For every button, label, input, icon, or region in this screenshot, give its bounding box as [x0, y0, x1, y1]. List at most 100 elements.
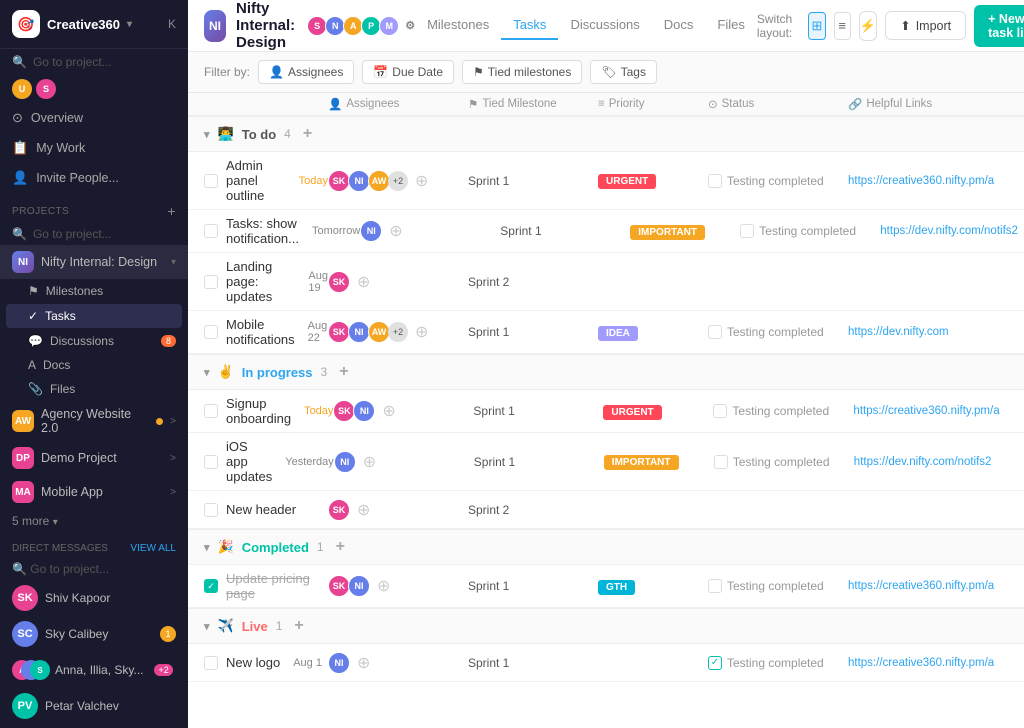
section-count-todo: 4	[284, 127, 291, 141]
project-search[interactable]: 🔍 Go to project...	[0, 223, 188, 245]
task-row[interactable]: iOS app updates Yesterday NI⊕ Sprint 1 I…	[188, 433, 1024, 491]
project-name-mobile: Mobile App	[41, 485, 163, 499]
add-assignee-btn[interactable]: ⊕	[415, 322, 428, 342]
task-checkbox[interactable]: ✓	[204, 579, 218, 593]
section-add-completed[interactable]: +	[336, 538, 345, 556]
filter-assignees-btn[interactable]: 👤 Assignees	[258, 60, 354, 84]
sidebar-sub-milestones[interactable]: ⚑ Milestones	[0, 279, 188, 303]
add-project-btn[interactable]: +	[167, 203, 176, 219]
sidebar-sub-docs[interactable]: A Docs	[0, 353, 188, 377]
dm-item-petar[interactable]: PV Petar Valchev	[0, 688, 188, 724]
task-checkbox[interactable]	[204, 503, 218, 517]
status-checkbox[interactable]	[708, 579, 722, 593]
project-item-mobile[interactable]: MA Mobile App >	[0, 475, 188, 509]
project-item-nifty-internal[interactable]: NI Nifty Internal: Design ▾	[0, 245, 188, 279]
filter-tags-btn[interactable]: 🏷 Tags	[590, 60, 657, 84]
add-assignee-btn[interactable]: ⊕	[415, 171, 428, 191]
sidebar-sub-tasks[interactable]: ✓ Tasks	[6, 304, 182, 328]
task-row[interactable]: New header SK⊕ Sprint 2	[188, 491, 1024, 529]
import-btn[interactable]: ⬆ Import	[885, 11, 966, 40]
link-cell: https://creative360.nifty.pm/a	[848, 580, 1008, 592]
dm-item-shiv[interactable]: SK Shiv Kapoor	[0, 580, 188, 616]
task-checkbox[interactable]	[204, 455, 218, 469]
topbar-nav-tasks[interactable]: Tasks	[501, 11, 558, 40]
milestones-icon: ⚑	[28, 284, 39, 298]
task-row[interactable]: ✓ Update pricing page SKNI⊕ Sprint 1 GTH…	[188, 565, 1024, 608]
add-assignee-btn[interactable]: ⊕	[357, 653, 370, 673]
task-row[interactable]: Landing page: updates Aug 19 SK⊕ Sprint …	[188, 253, 1024, 311]
section-emoji-live: ✈️	[218, 618, 234, 634]
status-checkbox[interactable]	[714, 455, 728, 469]
helpful-link[interactable]: https://creative360.nifty.pm/a	[848, 657, 994, 669]
project-item-demo[interactable]: DP Demo Project >	[0, 441, 188, 475]
helpful-link[interactable]: https://dev.nifty.com	[848, 326, 949, 338]
app-logo[interactable]: 🎯 Creative360 ▾	[12, 10, 132, 38]
topbar-nav-files[interactable]: Files	[705, 11, 756, 40]
section-header-live[interactable]: ▾ ✈️ Live 1 +	[188, 608, 1024, 644]
section-header-todo[interactable]: ▾ 👨‍💻 To do 4 +	[188, 116, 1024, 152]
task-checkbox[interactable]	[204, 404, 218, 418]
layout-grid-btn[interactable]: ⊞	[808, 12, 825, 40]
section-header-inprogress[interactable]: ▾ ✌️ In progress 3 +	[188, 354, 1024, 390]
task-name-text: New logo	[226, 655, 280, 670]
task-row[interactable]: Tasks: show notification... Tomorrow NI⊕…	[188, 210, 1024, 253]
add-assignee-btn[interactable]: ⊕	[377, 576, 390, 596]
add-assignee-btn[interactable]: ⊕	[382, 401, 395, 421]
task-name-text: Mobile notifications	[226, 317, 295, 347]
topbar-nav-docs[interactable]: Docs	[652, 11, 706, 40]
filter-milestones-btn[interactable]: ⚑ Tied milestones	[462, 60, 582, 84]
project-item-agency[interactable]: AW Agency Website 2.0 >	[0, 401, 188, 441]
dm-view-all-link[interactable]: View all	[130, 543, 176, 554]
new-task-list-btn[interactable]: + New task list	[974, 5, 1024, 47]
sidebar-search[interactable]: 🔍 Go to project...	[0, 49, 188, 75]
filter-due-date-btn[interactable]: 📅 Due Date	[362, 60, 454, 84]
add-assignee-btn[interactable]: ⊕	[363, 452, 376, 472]
helpful-link[interactable]: https://dev.nifty.com/notifs2	[854, 456, 992, 468]
helpful-link[interactable]: https://dev.nifty.com/notifs2	[880, 225, 1018, 237]
add-assignee-btn[interactable]: ⊕	[357, 272, 370, 292]
task-checkbox[interactable]	[204, 275, 218, 289]
task-checkbox[interactable]	[204, 174, 218, 188]
task-date: Aug 22	[308, 320, 328, 344]
sidebar-sub-discussions[interactable]: 💬 Discussions 8	[0, 329, 188, 353]
status-checkbox[interactable]: ✓	[708, 656, 722, 670]
section-add-todo[interactable]: +	[303, 125, 312, 143]
sidebar-item-invite[interactable]: 👤 Invite People...	[0, 163, 188, 193]
status-text: Testing completed	[759, 224, 856, 238]
layout-list-btn[interactable]: ≡	[834, 12, 851, 40]
status-checkbox[interactable]	[713, 404, 727, 418]
sidebar-sub-files[interactable]: 📎 Files	[0, 377, 188, 401]
task-checkbox[interactable]	[204, 224, 218, 238]
helpful-link[interactable]: https://creative360.nifty.pm/a	[848, 580, 994, 592]
task-row[interactable]: Signup onboarding Today SKNI⊕ Sprint 1 U…	[188, 390, 1024, 433]
add-assignee-btn[interactable]: ⊕	[389, 221, 402, 241]
helpful-link[interactable]: https://creative360.nifty.pm/a	[848, 175, 994, 187]
sidebar-header: 🎯 Creative360 ▾ K	[0, 0, 188, 49]
k-shortcut-btn[interactable]: K	[168, 17, 176, 31]
section-add-inprogress[interactable]: +	[339, 363, 348, 381]
status-checkbox[interactable]	[740, 224, 754, 238]
task-checkbox[interactable]	[204, 325, 218, 339]
assignee-avatar: SK	[328, 321, 350, 343]
add-assignee-btn[interactable]: ⊕	[357, 500, 370, 520]
status-checkbox[interactable]	[708, 325, 722, 339]
more-projects-link[interactable]: 5 more ▾	[0, 509, 188, 533]
task-row[interactable]: Mobile notifications Aug 22 SKNIAW+2⊕ Sp…	[188, 311, 1024, 354]
section-header-completed[interactable]: ▾ 🎉 Completed 1 +	[188, 529, 1024, 565]
dm-search[interactable]: 🔍 Go to project...	[0, 558, 188, 580]
task-checkbox[interactable]	[204, 656, 218, 670]
sections-container: ▾ 👨‍💻 To do 4 + Admin panel outline Toda…	[188, 116, 1024, 682]
dm-item-anna-group[interactable]: A I S Anna, Illia, Sky... +2	[0, 652, 188, 688]
task-row[interactable]: New logo Aug 1 NI⊕ Sprint 1 ✓Testing com…	[188, 644, 1024, 682]
sidebar-item-overview[interactable]: ⊙ Overview	[0, 103, 188, 133]
lightning-btn[interactable]: ⚡	[859, 11, 877, 41]
helpful-link[interactable]: https://creative360.nifty.pm/a	[853, 405, 999, 417]
dm-item-sky[interactable]: SC Sky Calibey 1	[0, 616, 188, 652]
section-add-live[interactable]: +	[294, 617, 303, 635]
sub-nav-label-milestones: Milestones	[46, 284, 103, 298]
sidebar-item-my-work[interactable]: 📋 My Work	[0, 133, 188, 163]
topbar-nav-milestones[interactable]: Milestones	[415, 11, 501, 40]
topbar-nav-discussions[interactable]: Discussions	[558, 11, 651, 40]
status-checkbox[interactable]	[708, 174, 722, 188]
task-row[interactable]: Admin panel outline Today SKNIAW+2⊕ Spri…	[188, 152, 1024, 210]
